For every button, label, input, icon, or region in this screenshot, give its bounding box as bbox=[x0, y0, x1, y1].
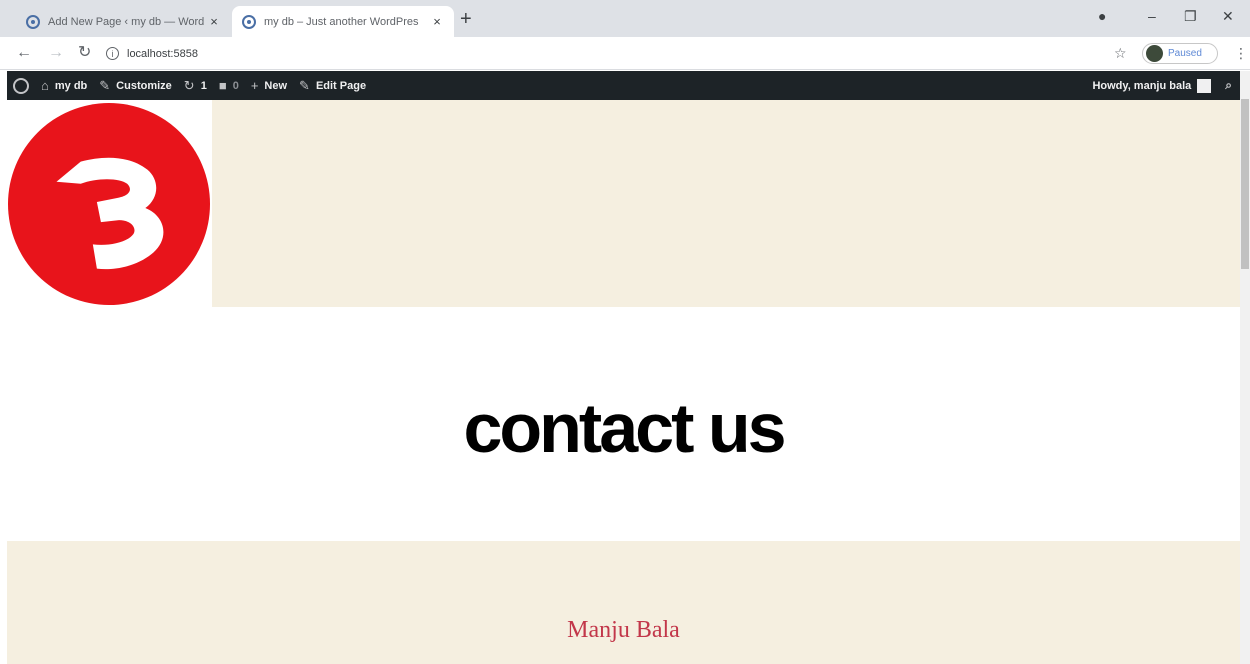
forward-icon[interactable]: → bbox=[48, 44, 64, 62]
site-info-icon[interactable]: i bbox=[106, 47, 119, 60]
browser-toolbar: ← → ↻ i localhost:5858 ☆ Paused ⋮ bbox=[0, 37, 1250, 70]
profile-button[interactable]: Paused bbox=[1142, 43, 1218, 64]
logo-container bbox=[7, 100, 212, 307]
close-window-button[interactable]: ✕ bbox=[1222, 8, 1234, 25]
record-icon[interactable]: ● bbox=[1098, 8, 1106, 24]
page-scrollbar[interactable] bbox=[1240, 71, 1250, 664]
wp-admin-bar: ⌂ my db ✎ Customize ↻ 1 ■ 0 + New ✎ Edit… bbox=[7, 71, 1240, 100]
wordpress-favicon-icon bbox=[26, 14, 40, 29]
admin-bar-edit-page[interactable]: ✎ Edit Page bbox=[299, 78, 366, 94]
wordpress-favicon-icon bbox=[242, 14, 256, 29]
restore-button[interactable]: ❐ bbox=[1184, 8, 1197, 25]
pencil-icon: ✎ bbox=[299, 77, 310, 93]
browser-menu-icon[interactable]: ⋮ bbox=[1234, 45, 1248, 62]
admin-bar-site-name[interactable]: ⌂ my db bbox=[41, 78, 87, 93]
page-title-section: contact us bbox=[7, 307, 1240, 541]
tab-close-icon[interactable]: × bbox=[430, 14, 444, 29]
howdy-user[interactable]: Howdy, manju bala bbox=[1092, 80, 1191, 92]
profile-status: Paused bbox=[1168, 48, 1202, 59]
page-title: contact us bbox=[463, 389, 786, 467]
minimize-button[interactable]: – bbox=[1148, 8, 1156, 24]
tab-close-icon[interactable]: × bbox=[207, 14, 221, 29]
admin-bar-new[interactable]: + New bbox=[251, 78, 287, 93]
browser-tab-active[interactable]: my db – Just another WordPres × bbox=[232, 6, 454, 37]
admin-bar-customize[interactable]: ✎ Customize bbox=[99, 78, 172, 94]
search-icon[interactable]: ⌕ bbox=[1225, 78, 1232, 93]
tab-title: Add New Page ‹ my db — Word bbox=[48, 15, 205, 28]
admin-bar-updates[interactable]: ↻ 1 bbox=[184, 78, 207, 94]
new-tab-button[interactable]: + bbox=[460, 9, 472, 29]
reload-icon[interactable]: ↻ bbox=[78, 44, 91, 62]
bookmark-star-icon[interactable]: ☆ bbox=[1114, 45, 1127, 62]
back-icon[interactable]: ← bbox=[16, 44, 32, 62]
admin-bar-label: New bbox=[264, 79, 288, 92]
admin-bar-label: Customize bbox=[116, 79, 172, 92]
browser-tab-strip: Add New Page ‹ my db — Word × my db – Ju… bbox=[0, 0, 1250, 37]
comment-icon: ■ bbox=[218, 78, 227, 93]
avatar[interactable] bbox=[1197, 78, 1212, 93]
url-text[interactable]: localhost:5858 bbox=[127, 48, 198, 60]
wordpress-logo-icon[interactable] bbox=[13, 77, 29, 94]
site-header bbox=[7, 100, 1240, 307]
home-icon: ⌂ bbox=[41, 78, 49, 93]
admin-bar-comments[interactable]: ■ 0 bbox=[219, 78, 239, 93]
comments-count: 0 bbox=[232, 79, 239, 92]
browser-tab[interactable]: Add New Page ‹ my db — Word × bbox=[16, 6, 231, 37]
avatar bbox=[1146, 45, 1163, 62]
admin-bar-label: my db bbox=[54, 79, 88, 92]
brush-icon: ✎ bbox=[99, 77, 111, 93]
tab-title: my db – Just another WordPres bbox=[264, 15, 419, 28]
updates-icon: ↻ bbox=[183, 77, 195, 93]
site-logo[interactable] bbox=[8, 103, 210, 305]
author-name: Manju Bala bbox=[567, 617, 680, 643]
admin-bar-label: Edit Page bbox=[315, 79, 367, 92]
scrollbar-thumb[interactable] bbox=[1241, 99, 1249, 269]
plus-icon: + bbox=[250, 78, 259, 93]
page-content: Manju Bala bbox=[7, 541, 1240, 664]
address-bar[interactable]: i localhost:5858 bbox=[106, 42, 1114, 65]
updates-count: 1 bbox=[200, 79, 207, 92]
